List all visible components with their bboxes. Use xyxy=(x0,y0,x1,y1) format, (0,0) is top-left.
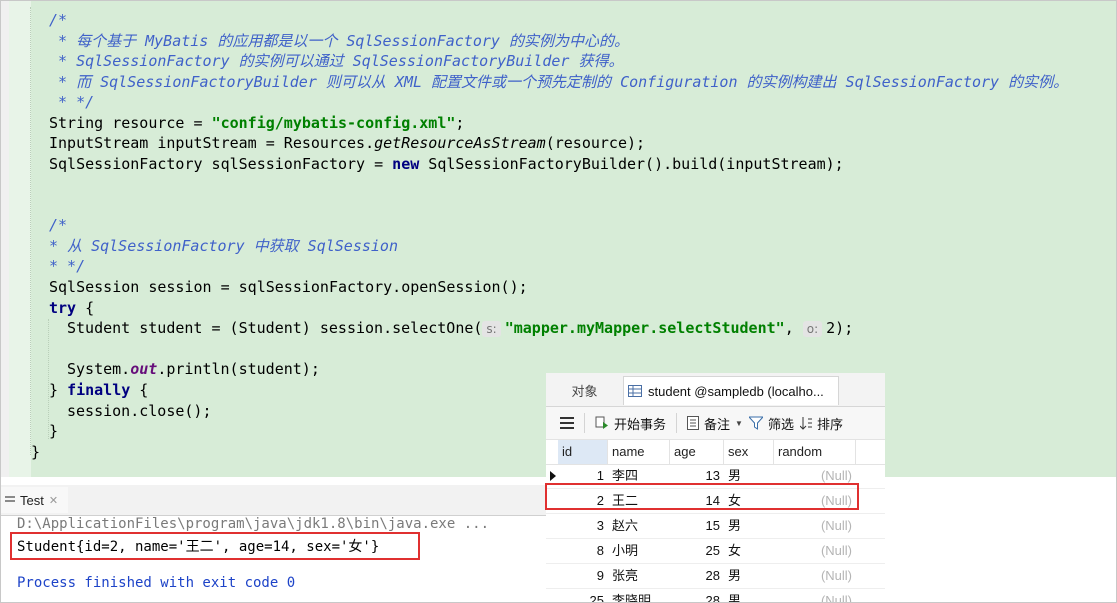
table-cell[interactable] xyxy=(546,514,558,538)
note-icon xyxy=(687,416,700,430)
table-cell[interactable]: 李四 xyxy=(608,464,670,488)
editor-gutter xyxy=(1,1,9,477)
column-header-id[interactable]: id xyxy=(558,440,608,464)
comment-line: * SqlSessionFactory 的实例可以通过 SqlSessionFa… xyxy=(49,52,624,70)
comment-line: * 每个基于 MyBatis 的应用都是以一个 SqlSessionFactor… xyxy=(49,32,629,50)
run-tab-bar: Test ✕ xyxy=(1,485,546,516)
table-cell[interactable]: (Null) xyxy=(774,489,856,513)
run-config-icon xyxy=(5,495,15,505)
column-header-name[interactable]: name xyxy=(608,440,670,464)
db-toolbar: 开始事务 备注 ▼ 筛选 排序 xyxy=(546,407,885,440)
sort-button[interactable]: 排序 xyxy=(799,414,843,433)
table-cell[interactable]: 男 xyxy=(724,464,774,488)
database-table-panel: 对象 student @sampledb (localho... 开始事务 备注… xyxy=(546,373,885,602)
table-cell[interactable]: 李晓明 xyxy=(608,589,670,602)
console-command-line: D:\ApplicationFiles\program\java\jdk1.8\… xyxy=(17,516,490,532)
comment-line: * 而 SqlSessionFactoryBuilder 则可以从 XML 配置… xyxy=(49,73,1069,91)
parameter-hint: s: xyxy=(482,321,501,337)
table-row[interactable]: 25 李晓明 28 男 (Null) xyxy=(546,589,885,602)
tab-student-table[interactable]: student @sampledb (localho... xyxy=(623,376,839,405)
code-line-input-stream: InputStream inputStream = Resources.getR… xyxy=(49,134,646,152)
table-cell[interactable]: (Null) xyxy=(774,589,856,602)
table-cell[interactable] xyxy=(546,489,558,513)
menu-icon[interactable] xyxy=(560,417,574,429)
table-cell[interactable]: 28 xyxy=(670,564,724,588)
code-line-brace: } xyxy=(49,422,59,440)
table-cell[interactable]: 28 xyxy=(670,589,724,602)
console-exit-message: Process finished with exit code 0 xyxy=(17,575,296,591)
console-output-line: Student{id=2, name='王二', age=14, sex='女'… xyxy=(17,539,380,555)
table-cell[interactable]: 女 xyxy=(724,539,774,563)
table-cell[interactable]: 王二 xyxy=(608,489,670,513)
table-cell[interactable]: (Null) xyxy=(774,514,856,538)
table-cell[interactable]: 14 xyxy=(670,489,724,513)
table-cell[interactable]: 男 xyxy=(724,564,774,588)
column-header-sex[interactable]: sex xyxy=(724,440,774,464)
table-cell[interactable]: 赵六 xyxy=(608,514,670,538)
table-row[interactable]: 8 小明 25 女 (Null) xyxy=(546,539,885,564)
chevron-down-icon: ▼ xyxy=(735,418,743,428)
table-cell[interactable]: 25 xyxy=(558,589,608,602)
code-line-try: try { xyxy=(49,299,95,317)
comment-line: * 从 SqlSessionFactory 中获取 SqlSession xyxy=(49,237,398,255)
code-line-println: System.out.println(student); xyxy=(67,360,320,378)
code-line-brace: } xyxy=(31,443,41,461)
table-row[interactable]: 2 王二 14 女 (Null) xyxy=(546,489,885,514)
table-cell[interactable]: 15 xyxy=(670,514,724,538)
tab-objects[interactable]: 对象 xyxy=(546,376,623,405)
table-row[interactable]: 3 赵六 15 男 (Null) xyxy=(546,514,885,539)
table-cell[interactable]: (Null) xyxy=(774,539,856,563)
table-body: 1 李四 13 男 (Null) 2 王二 14 女 (Null) 3 赵六 15 男 (Null) 8… xyxy=(546,464,885,602)
comment-line: * */ xyxy=(49,257,86,275)
table-cell[interactable]: 13 xyxy=(670,464,724,488)
table-cell[interactable]: 25 xyxy=(670,539,724,563)
table-cell[interactable]: 张亮 xyxy=(608,564,670,588)
sort-icon xyxy=(799,417,812,430)
filter-button[interactable]: 筛选 xyxy=(748,414,794,433)
comment-line: * */ xyxy=(49,93,95,111)
run-tab-test[interactable]: Test ✕ xyxy=(1,487,69,513)
table-cell[interactable]: (Null) xyxy=(774,564,856,588)
table-cell[interactable]: 小明 xyxy=(608,539,670,563)
code-line-select-one: Student student = (Student) session.sele… xyxy=(67,319,854,337)
transaction-icon xyxy=(595,416,608,429)
table-cell[interactable] xyxy=(546,589,558,602)
table-cell[interactable]: 8 xyxy=(558,539,608,563)
table-cell[interactable]: 男 xyxy=(724,589,774,602)
code-line-open-session: SqlSession session = sqlSessionFactory.o… xyxy=(49,278,528,296)
column-header-age[interactable]: age xyxy=(670,440,724,464)
db-tab-bar: 对象 student @sampledb (localho... xyxy=(546,373,885,407)
filter-icon xyxy=(748,416,763,430)
column-header-random[interactable]: random xyxy=(774,440,856,464)
table-cell[interactable] xyxy=(546,539,558,563)
code-line-finally: } finally { xyxy=(49,381,149,399)
note-button[interactable]: 备注 ▼ xyxy=(687,414,743,433)
table-cell[interactable]: 1 xyxy=(558,464,608,488)
table-row[interactable]: 1 李四 13 男 (Null) xyxy=(546,464,885,489)
table-cell[interactable]: 2 xyxy=(558,489,608,513)
run-tab-label: Test xyxy=(20,492,44,508)
table-row[interactable]: 9 张亮 28 男 (Null) xyxy=(546,564,885,589)
screenshot-frame: /* * 每个基于 MyBatis 的应用都是以一个 SqlSessionFac… xyxy=(0,0,1117,603)
table-grid-icon xyxy=(628,385,642,397)
table-header: id name age sex random xyxy=(546,440,885,465)
table-cell[interactable]: 男 xyxy=(724,514,774,538)
table-cell[interactable]: (Null) xyxy=(774,464,856,488)
table-cell[interactable]: 女 xyxy=(724,489,774,513)
current-row-marker xyxy=(546,464,558,488)
parameter-hint: o: xyxy=(802,321,823,337)
comment-line: /* xyxy=(49,11,68,29)
code-line-session-factory: SqlSessionFactory sqlSessionFactory = ne… xyxy=(49,155,844,173)
table-cell[interactable]: 3 xyxy=(558,514,608,538)
begin-transaction-button[interactable]: 开始事务 xyxy=(595,414,666,433)
code-line-resource: String resource = "config/mybatis-config… xyxy=(49,114,465,132)
comment-line: /* xyxy=(49,216,68,234)
table-cell[interactable]: 9 xyxy=(558,564,608,588)
code-line-close: session.close(); xyxy=(67,402,212,420)
table-cell[interactable] xyxy=(546,564,558,588)
close-icon[interactable]: ✕ xyxy=(49,494,58,507)
